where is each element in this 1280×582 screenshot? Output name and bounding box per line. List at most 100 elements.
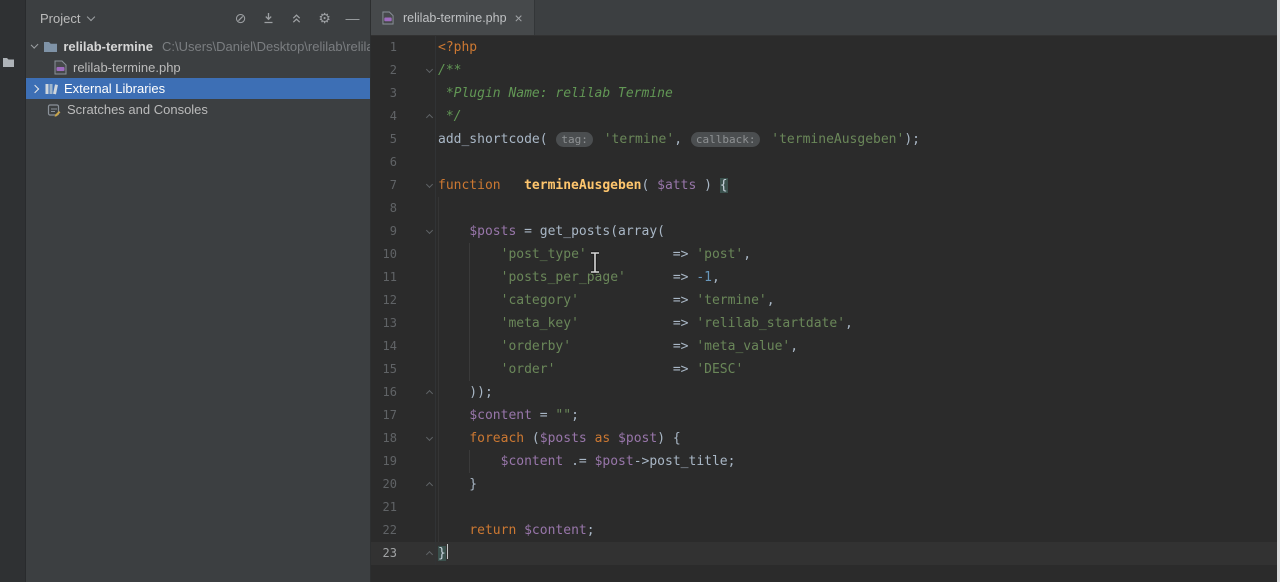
code-line[interactable]: 5 add_shortcode( tag: 'termine', callback… [371,128,1280,151]
code-line[interactable]: 8 [371,197,1280,220]
line-number[interactable]: 17 [371,404,397,427]
mouse-cursor [587,251,603,275]
fold-up-icon[interactable] [425,550,434,559]
chevron-down-icon[interactable] [30,40,39,50]
line-number[interactable]: 18 [371,427,397,450]
hide-panel-button[interactable]: — [345,10,360,26]
editor-area[interactable]: 1 <?php 2 /** 3 *Plugin Name: relilab Termin… [371,36,1280,582]
code-line[interactable]: 16 )); [371,381,1280,404]
gutter[interactable]: 4 [371,105,436,128]
fold-down-icon[interactable] [425,226,434,235]
fold-up-icon[interactable] [425,113,434,122]
code-line[interactable]: 18 foreach ($posts as $post) { [371,427,1280,450]
gutter[interactable]: 9 [371,220,436,243]
line-number[interactable]: 19 [371,450,397,473]
tree-item-scratches[interactable]: Scratches and Consoles [26,99,370,120]
code-line[interactable]: 23} [371,542,1280,565]
line-number[interactable]: 11 [371,266,397,289]
code-text: 'category' => 'termine', [500,293,775,308]
gutter[interactable]: 3 [371,82,436,105]
tree-item-external-libraries[interactable]: External Libraries [26,78,370,99]
gutter[interactable]: 19 [371,450,436,473]
gutter[interactable]: 10 [371,243,436,266]
line-number[interactable]: 3 [371,82,397,105]
gutter[interactable]: 12 [371,289,436,312]
line-number[interactable]: 20 [371,473,397,496]
code-line[interactable]: 7 function termineAusgeben( $atts ) { [371,174,1280,197]
code-line[interactable]: 21 [371,496,1280,519]
chevron-right-icon[interactable] [30,84,40,93]
code-line[interactable]: 4 */ [371,105,1280,128]
line-number[interactable]: 1 [371,36,397,59]
line-number[interactable]: 23 [371,542,397,565]
line-number[interactable]: 12 [371,289,397,312]
fold-down-icon[interactable] [425,180,434,189]
line-number[interactable]: 22 [371,519,397,542]
code-line[interactable]: 6 [371,151,1280,174]
expand-all-button[interactable] [261,11,276,26]
code-line[interactable]: 17 $content = ""; [371,404,1280,427]
fold-up-icon[interactable] [425,389,434,398]
project-panel-header: Project ⊘ ⚙ — [26,0,370,36]
chevron-down-icon [87,12,96,21]
gutter[interactable]: 5 [371,128,436,151]
code-line[interactable]: 11 'posts_per_page' => -1, [371,266,1280,289]
line-number[interactable]: 21 [371,496,397,519]
fold-up-icon[interactable] [425,481,434,490]
line-number[interactable]: 8 [371,197,397,220]
code-line[interactable]: 22 return $content; [371,519,1280,542]
line-number[interactable]: 4 [371,105,397,128]
project-tool-window-icon[interactable] [2,56,15,68]
code-line[interactable]: 2 /** [371,59,1280,82]
gutter[interactable]: 20 [371,473,436,496]
gutter[interactable]: 2 [371,59,436,82]
code-text: $content .= $post->post_title; [500,454,736,469]
tree-item-label: Scratches and Consoles [67,102,208,117]
code-line[interactable]: 10 'post_type' => 'post', [371,243,1280,266]
settings-gear-icon[interactable]: ⚙ [317,10,332,26]
line-number[interactable]: 6 [371,151,397,174]
code-line[interactable]: 19 $content .= $post->post_title; [371,450,1280,473]
gutter[interactable]: 16 [371,381,436,404]
gutter[interactable]: 21 [371,496,436,519]
gutter[interactable]: 8 [371,197,436,220]
code-line[interactable]: 14 'orderby' => 'meta_value', [371,335,1280,358]
gutter[interactable]: 17 [371,404,436,427]
line-number[interactable]: 9 [371,220,397,243]
gutter[interactable]: 7 [371,174,436,197]
line-number[interactable]: 5 [371,128,397,151]
line-number[interactable]: 2 [371,59,397,82]
gutter[interactable]: 6 [371,151,436,174]
locate-file-button[interactable]: ⊘ [233,10,248,26]
line-number[interactable]: 13 [371,312,397,335]
gutter[interactable]: 14 [371,335,436,358]
tree-item-php-file[interactable]: relilab-termine.php [26,57,370,78]
gutter[interactable]: 18 [371,427,436,450]
gutter[interactable]: 13 [371,312,436,335]
gutter[interactable]: 11 [371,266,436,289]
code-line[interactable]: 15 'order' => 'DESC' [371,358,1280,381]
tree-item-project-root[interactable]: relilab-termine C:\Users\Daniel\Desktop\… [26,36,370,57]
line-number[interactable]: 16 [371,381,397,404]
close-icon[interactable]: × [514,11,524,25]
code-line[interactable]: 13 'meta_key' => 'relilab_startdate', [371,312,1280,335]
gutter[interactable]: 15 [371,358,436,381]
code-line[interactable]: 3 *Plugin Name: relilab Termine [371,82,1280,105]
code-line[interactable]: 1 <?php [371,36,1280,59]
gutter[interactable]: 22 [371,519,436,542]
code-line[interactable]: 20 } [371,473,1280,496]
line-number[interactable]: 7 [371,174,397,197]
line-number[interactable]: 10 [371,243,397,266]
collapse-all-button[interactable] [289,11,304,26]
fold-down-icon[interactable] [425,65,434,74]
php-file-icon [380,10,396,26]
code-line[interactable]: 12 'category' => 'termine', [371,289,1280,312]
line-number[interactable]: 14 [371,335,397,358]
code-line[interactable]: 9 $posts = get_posts(array( [371,220,1280,243]
gutter[interactable]: 1 [371,36,436,59]
project-view-selector[interactable]: Project [40,11,96,26]
tab-relilab-termine[interactable]: relilab-termine.php × [371,0,535,35]
line-number[interactable]: 15 [371,358,397,381]
gutter[interactable]: 23 [371,542,436,565]
fold-down-icon[interactable] [425,433,434,442]
